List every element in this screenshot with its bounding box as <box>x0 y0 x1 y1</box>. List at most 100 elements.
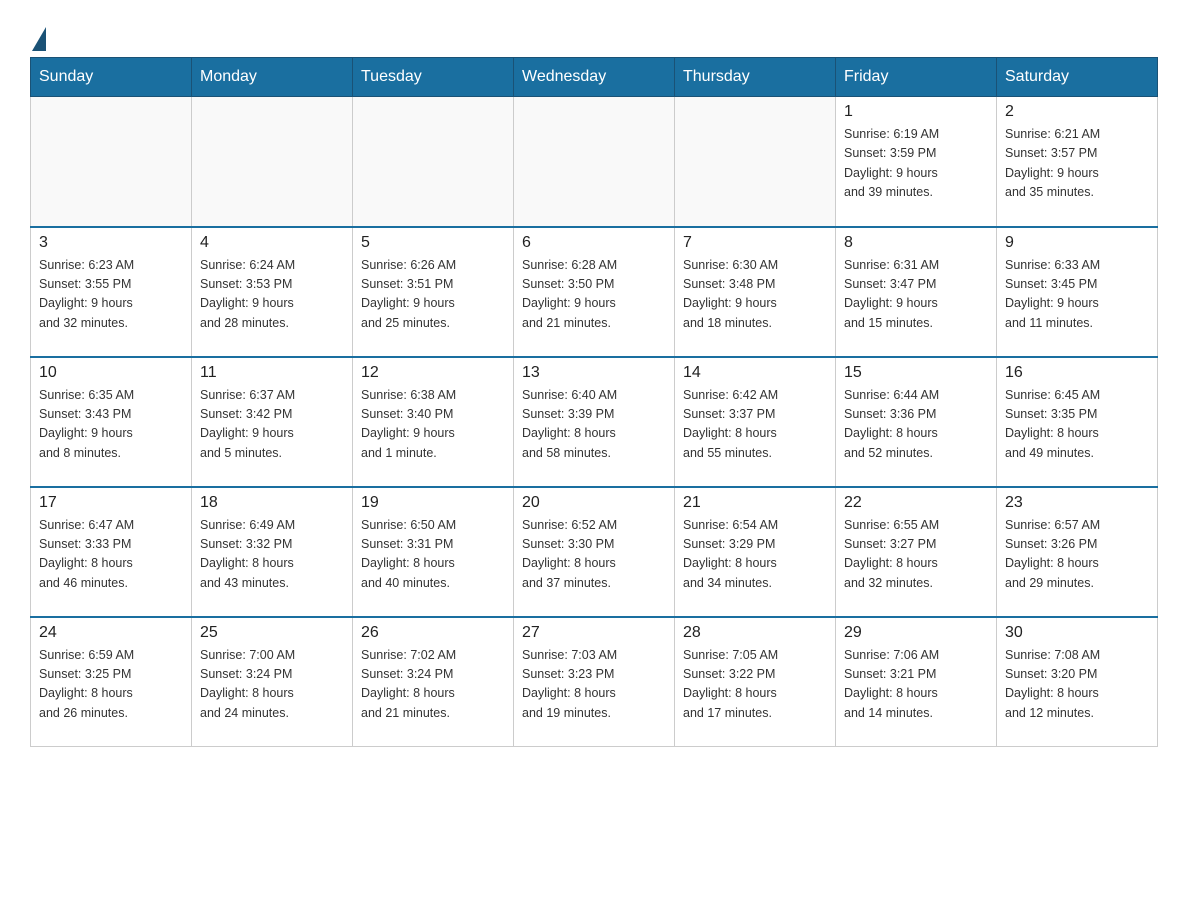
day-info: Sunrise: 6:35 AM Sunset: 3:43 PM Dayligh… <box>39 386 183 464</box>
day-number: 23 <box>1005 494 1149 512</box>
calendar-header-row: SundayMondayTuesdayWednesdayThursdayFrid… <box>31 58 1158 97</box>
day-number: 22 <box>844 494 988 512</box>
day-info: Sunrise: 6:38 AM Sunset: 3:40 PM Dayligh… <box>361 386 505 464</box>
calendar-day-cell: 5 Sunrise: 6:26 AM Sunset: 3:51 PM Daylig… <box>353 227 514 357</box>
calendar-header-monday: Monday <box>192 58 353 97</box>
day-info: Sunrise: 6:57 AM Sunset: 3:26 PM Dayligh… <box>1005 516 1149 594</box>
calendar-header-thursday: Thursday <box>675 58 836 97</box>
day-info: Sunrise: 6:26 AM Sunset: 3:51 PM Dayligh… <box>361 256 505 334</box>
calendar-day-cell: 10 Sunrise: 6:35 AM Sunset: 3:43 PM Dayli… <box>31 357 192 487</box>
day-info: Sunrise: 6:55 AM Sunset: 3:27 PM Dayligh… <box>844 516 988 594</box>
day-info: Sunrise: 7:05 AM Sunset: 3:22 PM Dayligh… <box>683 646 827 724</box>
calendar-header-saturday: Saturday <box>997 58 1158 97</box>
day-number: 20 <box>522 494 666 512</box>
day-number: 8 <box>844 234 988 252</box>
calendar-table: SundayMondayTuesdayWednesdayThursdayFrid… <box>30 57 1158 747</box>
calendar-day-cell: 27 Sunrise: 7:03 AM Sunset: 3:23 PM Dayli… <box>514 617 675 747</box>
day-number: 7 <box>683 234 827 252</box>
calendar-day-cell: 6Sunrise: 6:28 AM Sunset: 3:50 PM Daylig… <box>514 227 675 357</box>
day-info: Sunrise: 6:24 AM Sunset: 3:53 PM Dayligh… <box>200 256 344 334</box>
day-info: Sunrise: 6:30 AM Sunset: 3:48 PM Dayligh… <box>683 256 827 334</box>
calendar-day-cell: 21 Sunrise: 6:54 AM Sunset: 3:29 PM Dayli… <box>675 487 836 617</box>
day-info: Sunrise: 6:23 AM Sunset: 3:55 PM Dayligh… <box>39 256 183 334</box>
day-number: 28 <box>683 624 827 642</box>
day-number: 11 <box>200 364 344 382</box>
day-number: 12 <box>361 364 505 382</box>
day-info: Sunrise: 7:03 AM Sunset: 3:23 PM Dayligh… <box>522 646 666 724</box>
day-number: 21 <box>683 494 827 512</box>
logo <box>30 20 46 47</box>
calendar-day-cell: 7 Sunrise: 6:30 AM Sunset: 3:48 PM Daylig… <box>675 227 836 357</box>
calendar-day-cell <box>514 97 675 227</box>
calendar-day-cell: 28 Sunrise: 7:05 AM Sunset: 3:22 PM Dayli… <box>675 617 836 747</box>
calendar-day-cell: 9 Sunrise: 6:33 AM Sunset: 3:45 PM Daylig… <box>997 227 1158 357</box>
day-info: Sunrise: 7:08 AM Sunset: 3:20 PM Dayligh… <box>1005 646 1149 724</box>
day-number: 27 <box>522 624 666 642</box>
calendar-header-wednesday: Wednesday <box>514 58 675 97</box>
day-number: 25 <box>200 624 344 642</box>
day-info: Sunrise: 6:50 AM Sunset: 3:31 PM Dayligh… <box>361 516 505 594</box>
day-number: 2 <box>1005 103 1149 121</box>
calendar-day-cell <box>675 97 836 227</box>
calendar-day-cell: 20Sunrise: 6:52 AM Sunset: 3:30 PM Dayli… <box>514 487 675 617</box>
calendar-week-row: 17 Sunrise: 6:47 AM Sunset: 3:33 PM Dayli… <box>31 487 1158 617</box>
day-number: 5 <box>361 234 505 252</box>
day-number: 15 <box>844 364 988 382</box>
calendar-day-cell: 19Sunrise: 6:50 AM Sunset: 3:31 PM Dayli… <box>353 487 514 617</box>
day-number: 3 <box>39 234 183 252</box>
day-number: 13 <box>522 364 666 382</box>
calendar-day-cell: 29 Sunrise: 7:06 AM Sunset: 3:21 PM Dayli… <box>836 617 997 747</box>
calendar-header-sunday: Sunday <box>31 58 192 97</box>
calendar-week-row: 10 Sunrise: 6:35 AM Sunset: 3:43 PM Dayli… <box>31 357 1158 487</box>
calendar-day-cell: 16Sunrise: 6:45 AM Sunset: 3:35 PM Dayli… <box>997 357 1158 487</box>
calendar-week-row: 1 Sunrise: 6:19 AM Sunset: 3:59 PM Daylig… <box>31 97 1158 227</box>
day-number: 29 <box>844 624 988 642</box>
day-info: Sunrise: 6:54 AM Sunset: 3:29 PM Dayligh… <box>683 516 827 594</box>
calendar-header-tuesday: Tuesday <box>353 58 514 97</box>
day-number: 17 <box>39 494 183 512</box>
day-info: Sunrise: 6:33 AM Sunset: 3:45 PM Dayligh… <box>1005 256 1149 334</box>
calendar-day-cell <box>31 97 192 227</box>
day-info: Sunrise: 6:28 AM Sunset: 3:50 PM Dayligh… <box>522 256 666 334</box>
calendar-day-cell: 26 Sunrise: 7:02 AM Sunset: 3:24 PM Dayli… <box>353 617 514 747</box>
day-info: Sunrise: 6:42 AM Sunset: 3:37 PM Dayligh… <box>683 386 827 464</box>
day-info: Sunrise: 7:00 AM Sunset: 3:24 PM Dayligh… <box>200 646 344 724</box>
calendar-day-cell: 1 Sunrise: 6:19 AM Sunset: 3:59 PM Daylig… <box>836 97 997 227</box>
page-header <box>30 20 1158 47</box>
day-number: 26 <box>361 624 505 642</box>
calendar-day-cell <box>353 97 514 227</box>
day-number: 18 <box>200 494 344 512</box>
calendar-day-cell: 3 Sunrise: 6:23 AM Sunset: 3:55 PM Daylig… <box>31 227 192 357</box>
day-info: Sunrise: 6:44 AM Sunset: 3:36 PM Dayligh… <box>844 386 988 464</box>
calendar-day-cell: 2 Sunrise: 6:21 AM Sunset: 3:57 PM Daylig… <box>997 97 1158 227</box>
day-info: Sunrise: 6:40 AM Sunset: 3:39 PM Dayligh… <box>522 386 666 464</box>
day-info: Sunrise: 7:06 AM Sunset: 3:21 PM Dayligh… <box>844 646 988 724</box>
calendar-day-cell: 23 Sunrise: 6:57 AM Sunset: 3:26 PM Dayli… <box>997 487 1158 617</box>
calendar-day-cell: 12 Sunrise: 6:38 AM Sunset: 3:40 PM Dayli… <box>353 357 514 487</box>
calendar-day-cell: 25 Sunrise: 7:00 AM Sunset: 3:24 PM Dayli… <box>192 617 353 747</box>
calendar-day-cell: 8 Sunrise: 6:31 AM Sunset: 3:47 PM Daylig… <box>836 227 997 357</box>
day-info: Sunrise: 6:19 AM Sunset: 3:59 PM Dayligh… <box>844 125 988 203</box>
calendar-day-cell: 13 Sunrise: 6:40 AM Sunset: 3:39 PM Dayli… <box>514 357 675 487</box>
calendar-day-cell: 17 Sunrise: 6:47 AM Sunset: 3:33 PM Dayli… <box>31 487 192 617</box>
day-info: Sunrise: 6:47 AM Sunset: 3:33 PM Dayligh… <box>39 516 183 594</box>
day-number: 30 <box>1005 624 1149 642</box>
day-number: 1 <box>844 103 988 121</box>
day-number: 9 <box>1005 234 1149 252</box>
calendar-header-friday: Friday <box>836 58 997 97</box>
calendar-day-cell: 18Sunrise: 6:49 AM Sunset: 3:32 PM Dayli… <box>192 487 353 617</box>
day-info: Sunrise: 7:02 AM Sunset: 3:24 PM Dayligh… <box>361 646 505 724</box>
day-info: Sunrise: 6:21 AM Sunset: 3:57 PM Dayligh… <box>1005 125 1149 203</box>
day-info: Sunrise: 6:31 AM Sunset: 3:47 PM Dayligh… <box>844 256 988 334</box>
day-number: 4 <box>200 234 344 252</box>
day-number: 10 <box>39 364 183 382</box>
calendar-day-cell: 11Sunrise: 6:37 AM Sunset: 3:42 PM Dayli… <box>192 357 353 487</box>
calendar-day-cell: 4 Sunrise: 6:24 AM Sunset: 3:53 PM Daylig… <box>192 227 353 357</box>
calendar-day-cell: 30 Sunrise: 7:08 AM Sunset: 3:20 PM Dayli… <box>997 617 1158 747</box>
logo-triangle-icon <box>32 27 46 51</box>
calendar-day-cell: 14 Sunrise: 6:42 AM Sunset: 3:37 PM Dayli… <box>675 357 836 487</box>
day-number: 14 <box>683 364 827 382</box>
calendar-day-cell: 24Sunrise: 6:59 AM Sunset: 3:25 PM Dayli… <box>31 617 192 747</box>
day-number: 24 <box>39 624 183 642</box>
calendar-week-row: 3 Sunrise: 6:23 AM Sunset: 3:55 PM Daylig… <box>31 227 1158 357</box>
